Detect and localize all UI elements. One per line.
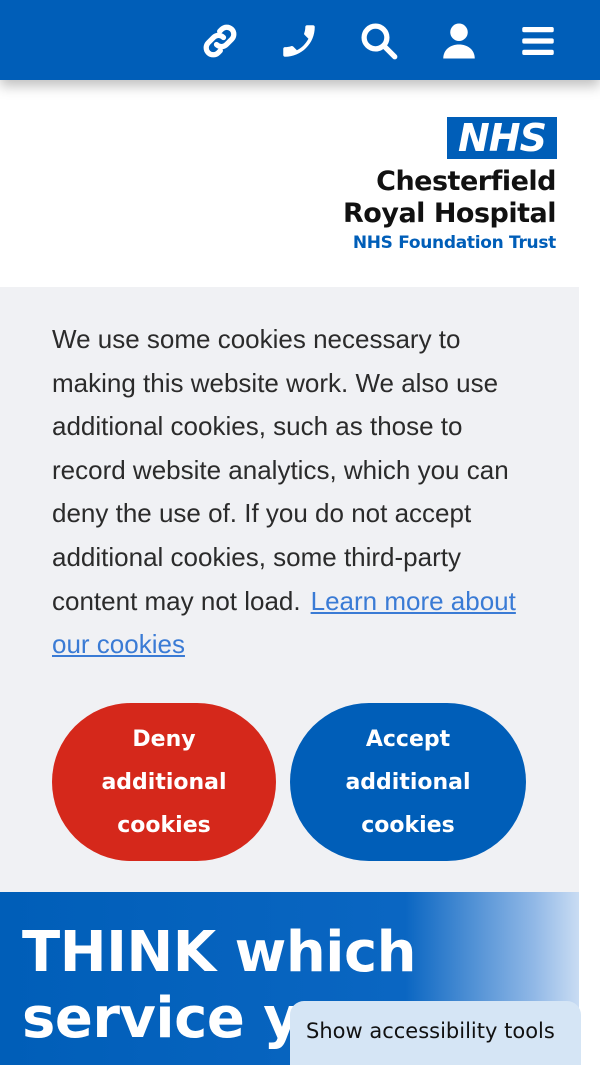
cookie-message-text: We use some cookies necessary to making … bbox=[52, 324, 509, 616]
account-icon[interactable] bbox=[436, 18, 482, 64]
nhs-logo[interactable]: NHS bbox=[447, 117, 557, 159]
org-name-line1[interactable]: Chesterfield bbox=[376, 166, 556, 197]
menu-icon[interactable] bbox=[515, 18, 561, 64]
link-icon[interactable] bbox=[197, 18, 243, 64]
search-icon[interactable] bbox=[356, 18, 402, 64]
org-subtitle[interactable]: NHS Foundation Trust bbox=[353, 233, 556, 253]
accept-cookies-button[interactable]: Accept additional cookies bbox=[290, 703, 526, 861]
org-name-line2[interactable]: Royal Hospital bbox=[343, 198, 557, 229]
deny-cookies-button[interactable]: Deny additional cookies bbox=[52, 703, 276, 861]
deny-cookies-label: Deny additional cookies bbox=[101, 726, 227, 838]
accept-cookies-label: Accept additional cookies bbox=[345, 726, 471, 838]
top-bar bbox=[0, 0, 600, 80]
cookie-message: We use some cookies necessary to making … bbox=[52, 318, 542, 667]
phone-icon[interactable] bbox=[276, 18, 322, 64]
accessibility-tools-button[interactable]: Show accessibility tools bbox=[290, 1001, 581, 1065]
